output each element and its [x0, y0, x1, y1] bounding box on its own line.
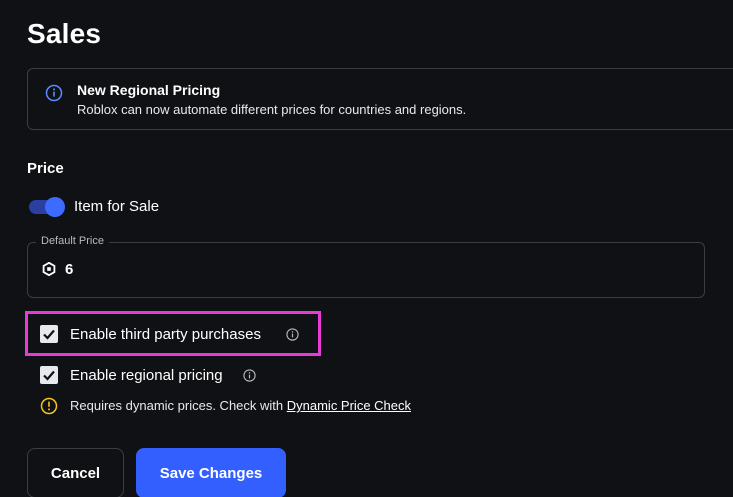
regional-pricing-checkbox[interactable] — [40, 366, 58, 384]
save-changes-button[interactable]: Save Changes — [136, 448, 286, 497]
item-for-sale-toggle[interactable] — [29, 197, 65, 217]
sales-page: Sales New Regional Pricing Roblox can no… — [0, 0, 733, 497]
price-section-label: Price — [27, 160, 64, 177]
warning-icon — [40, 397, 58, 415]
default-price-value: 6 — [65, 261, 74, 278]
item-for-sale-label: Item for Sale — [74, 198, 160, 215]
third-party-checkbox[interactable] — [40, 325, 58, 343]
info-icon — [45, 84, 63, 102]
default-price-legend: Default Price — [36, 235, 109, 247]
dynamic-price-check-link[interactable]: Dynamic Price Check — [287, 398, 411, 413]
regional-pricing-banner: New Regional Pricing Roblox can now auto… — [27, 68, 733, 130]
regional-pricing-info-icon[interactable] — [243, 369, 256, 382]
third-party-label: Enable third party purchases — [70, 326, 261, 343]
banner-title: New Regional Pricing — [77, 82, 221, 98]
warning-text: Requires dynamic prices. Check with — [70, 398, 287, 413]
regional-pricing-label: Enable regional pricing — [70, 367, 223, 384]
checkmark-icon — [43, 329, 55, 340]
toggle-knob — [45, 197, 65, 217]
banner-text: Roblox can now automate different prices… — [77, 102, 467, 117]
default-price-field[interactable] — [27, 242, 705, 298]
dynamic-price-warning: Requires dynamic prices. Check with Dyna… — [70, 398, 411, 413]
page-title: Sales — [27, 18, 102, 49]
cancel-button[interactable]: Cancel — [27, 448, 124, 497]
third-party-info-icon[interactable] — [286, 328, 299, 341]
robux-icon — [42, 261, 56, 277]
checkmark-icon — [43, 370, 55, 381]
